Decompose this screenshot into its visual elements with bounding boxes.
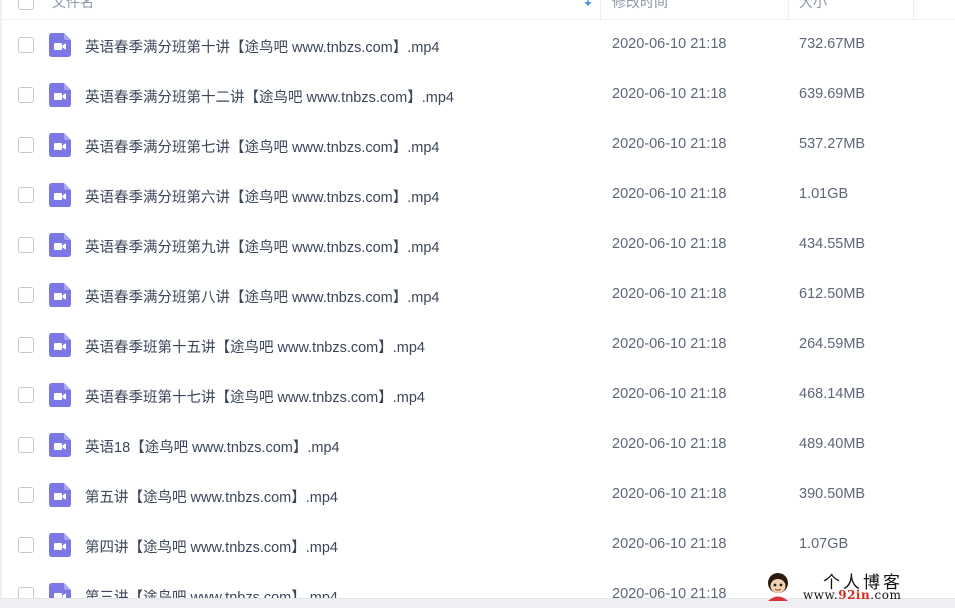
file-name[interactable]: 第四讲【途鸟吧 www.tnbzs.com】.mp4 [85,536,338,557]
file-name[interactable]: 英语春季满分班第九讲【途鸟吧 www.tnbzs.com】.mp4 [85,236,439,257]
row-checkbox[interactable] [18,437,34,453]
file-modified-time: 2020-06-10 21:18 [612,386,727,402]
file-name[interactable]: 英语春季班第十五讲【途鸟吧 www.tnbzs.com】.mp4 [85,336,425,357]
file-row[interactable]: 英语春季满分班第八讲【途鸟吧 www.tnbzs.com】.mp4 2020-06… [0,270,955,320]
file-size: 612.50MB [799,286,866,302]
video-file-icon [49,233,71,257]
row-checkbox[interactable] [18,237,34,253]
file-row[interactable]: 第五讲【途鸟吧 www.tnbzs.com】.mp4 2020-06-10 21:… [0,470,955,520]
file-name[interactable]: 英语春季班第十七讲【途鸟吧 www.tnbzs.com】.mp4 [85,386,425,407]
row-checkbox[interactable] [18,37,34,53]
row-checkbox[interactable] [18,337,34,353]
file-name[interactable]: 英语春季满分班第八讲【途鸟吧 www.tnbzs.com】.mp4 [85,286,439,307]
column-divider[interactable] [600,0,601,20]
file-name[interactable]: 英语春季满分班第十讲【途鸟吧 www.tnbzs.com】.mp4 [85,36,439,57]
file-size: 732.67MB [799,36,866,52]
file-modified-time: 2020-06-10 21:18 [612,136,727,152]
file-name[interactable]: 英语春季满分班第七讲【途鸟吧 www.tnbzs.com】.mp4 [85,136,439,157]
file-size: 390.50MB [799,486,866,502]
file-size: 639.69MB [799,86,866,102]
cartoon-avatar-icon [768,573,788,601]
file-name[interactable]: 英语春季满分班第六讲【途鸟吧 www.tnbzs.com】.mp4 [85,186,439,207]
file-modified-time: 2020-06-10 21:18 [612,486,727,502]
row-checkbox[interactable] [18,487,34,503]
row-checkbox[interactable] [18,287,34,303]
watermark-url-suffix: .com [870,588,902,602]
file-row[interactable]: 英语18【途鸟吧 www.tnbzs.com】.mp4 2020-06-10 21… [0,420,955,470]
watermark: 个人博客 www.92in.com [757,566,955,608]
video-file-icon [49,133,71,157]
file-size: 537.27MB [799,136,866,152]
file-size: 489.40MB [799,436,866,452]
file-modified-time: 2020-06-10 21:18 [612,86,727,102]
video-file-icon [49,533,71,557]
file-name[interactable]: 英语春季满分班第十二讲【途鸟吧 www.tnbzs.com】.mp4 [85,86,454,107]
video-file-icon [49,83,71,107]
row-checkbox[interactable] [18,187,34,203]
file-row[interactable]: 英语春季满分班第九讲【途鸟吧 www.tnbzs.com】.mp4 2020-06… [0,220,955,270]
file-row[interactable]: 英语春季满分班第十讲【途鸟吧 www.tnbzs.com】.mp4 2020-06… [0,20,955,70]
file-modified-time: 2020-06-10 21:18 [612,436,727,452]
column-header-modified[interactable]: 修改时间 [612,0,668,12]
file-name[interactable]: 第五讲【途鸟吧 www.tnbzs.com】.mp4 [85,486,338,507]
video-file-icon [49,433,71,457]
column-divider[interactable] [788,0,789,20]
file-modified-time: 2020-06-10 21:18 [612,186,727,202]
video-file-icon [49,333,71,357]
file-row[interactable]: 英语春季满分班第六讲【途鸟吧 www.tnbzs.com】.mp4 2020-06… [0,170,955,220]
list-header: 文件名 修改时间 大小 [0,0,955,20]
file-size: 434.55MB [799,236,866,252]
file-list: 文件名 修改时间 大小 英语春季满分班第十讲【途鸟吧 www.tnbzs.com… [0,0,955,608]
sort-arrow-down-icon[interactable] [583,0,593,8]
file-modified-time: 2020-06-10 21:18 [612,536,727,552]
video-file-icon [49,383,71,407]
column-header-name[interactable]: 文件名 [52,0,94,12]
file-size: 264.59MB [799,336,866,352]
file-modified-time: 2020-06-10 21:18 [612,286,727,302]
file-row[interactable]: 英语春季班第十七讲【途鸟吧 www.tnbzs.com】.mp4 2020-06-… [0,370,955,420]
file-size: 1.07GB [799,536,849,552]
column-header-size[interactable]: 大小 [799,0,827,12]
video-file-icon [49,483,71,507]
file-modified-time: 2020-06-10 21:18 [612,236,727,252]
file-modified-time: 2020-06-10 21:18 [612,36,727,52]
row-checkbox[interactable] [18,87,34,103]
row-checkbox[interactable] [18,137,34,153]
file-row[interactable]: 英语春季满分班第七讲【途鸟吧 www.tnbzs.com】.mp4 2020-06… [0,120,955,170]
watermark-url: www.92in.com [803,588,901,602]
row-checkbox[interactable] [18,537,34,553]
file-name[interactable]: 英语18【途鸟吧 www.tnbzs.com】.mp4 [85,436,340,457]
file-row[interactable]: 英语春季班第十五讲【途鸟吧 www.tnbzs.com】.mp4 2020-06-… [0,320,955,370]
column-divider[interactable] [913,0,914,20]
file-modified-time: 2020-06-10 21:18 [612,336,727,352]
file-size: 1.01GB [799,186,849,202]
file-row[interactable]: 英语春季满分班第十二讲【途鸟吧 www.tnbzs.com】.mp4 2020-0… [0,70,955,120]
watermark-url-prefix: www. [803,588,839,602]
row-checkbox[interactable] [18,387,34,403]
video-file-icon [49,183,71,207]
video-file-icon [49,33,71,57]
video-file-icon [49,283,71,307]
watermark-url-accent: 92in [838,588,871,602]
select-all-checkbox[interactable] [18,0,34,10]
file-size: 468.14MB [799,386,866,402]
file-row[interactable]: 第四讲【途鸟吧 www.tnbzs.com】.mp4 2020-06-10 21:… [0,520,955,570]
